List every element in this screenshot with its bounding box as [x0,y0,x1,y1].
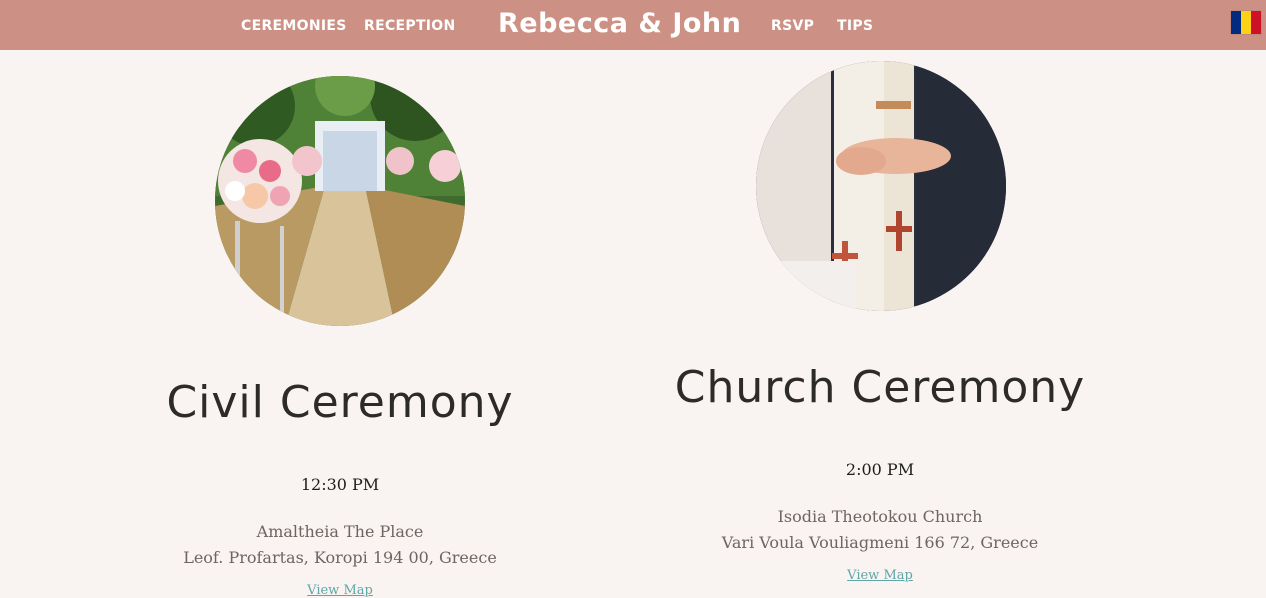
site-brand-title[interactable]: Rebecca & John [498,0,741,50]
church-view-map-link[interactable]: View Map [847,568,913,583]
church-ceremony-section: Church Ceremony 2:00 PM Isodia Theotokou… [620,360,1140,583]
church-ceremony-venue: Isodia Theotokou Church [777,507,983,526]
civil-ceremony-venue: Amaltheia The Place [256,522,424,541]
nav-tips-link[interactable]: TIPS [837,0,873,50]
church-ceremony-time: 2:00 PM [845,460,915,479]
romanian-flag-language-icon[interactable] [1231,11,1261,34]
civil-ceremony-title: Civil Ceremony [166,377,514,428]
church-ceremony-title: Church Ceremony [674,362,1086,413]
nav-reception-link[interactable]: RECEPTION [364,0,456,50]
church-ceremony-address: Vari Voula Vouliagmeni 166 72, Greece [721,533,1039,552]
nav-rsvp-link[interactable]: RSVP [771,0,814,50]
civil-view-map-link[interactable]: View Map [307,583,373,598]
nav-ceremonies-link[interactable]: CEREMONIES [241,0,347,50]
civil-ceremony-time: 12:30 PM [300,475,380,494]
church-ceremony-photo [756,61,1006,311]
civil-ceremony-address: Leof. Profartas, Koropi 194 00, Greece [183,548,497,567]
top-navigation-bar: CEREMONIES RECEPTION Rebecca & John RSVP… [0,0,1266,50]
civil-ceremony-photo [215,76,465,326]
civil-ceremony-section: Civil Ceremony 12:30 PM Amaltheia The Pl… [80,375,600,598]
